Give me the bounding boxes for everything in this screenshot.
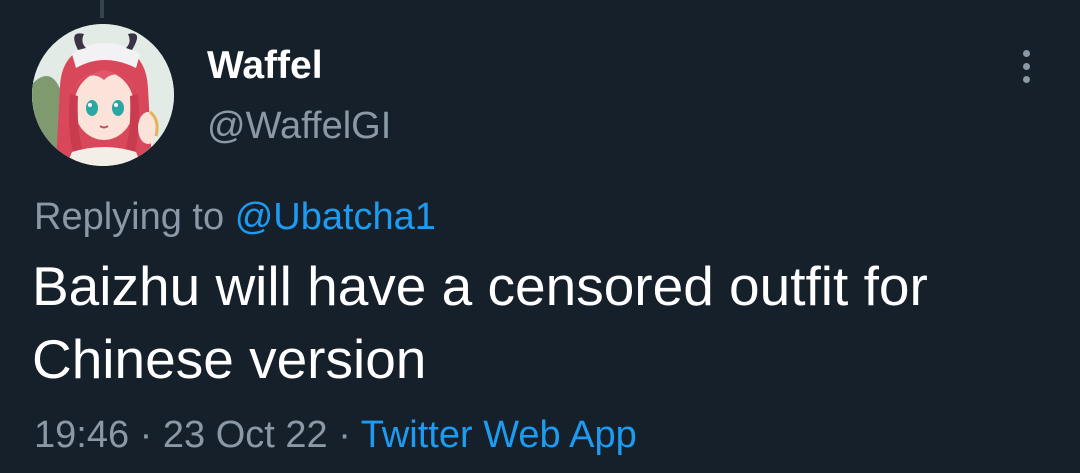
avatar[interactable] (32, 24, 174, 166)
author-display-name[interactable]: Waffel (207, 44, 323, 88)
tweet-date[interactable]: 23 Oct 22 (163, 414, 328, 456)
more-options-dot (1022, 75, 1030, 83)
more-options-dot (1022, 49, 1030, 57)
reply-mention-link[interactable]: @Ubatcha1 (235, 196, 436, 238)
replying-to-label: Replying to (34, 196, 225, 238)
meta-separator: · (327, 414, 361, 456)
replying-to-line: Replying to @Ubatcha1 (34, 196, 436, 239)
more-options-icon[interactable] (1006, 44, 1046, 88)
tweet-card: Waffel @WaffelGI Replying to @Ubatcha1 B… (0, 0, 1080, 473)
tweet-source-link[interactable]: Twitter Web App (361, 414, 637, 456)
tweet-meta: 19:46 · 23 Oct 22 · Twitter Web App (34, 414, 637, 457)
thread-connector-line (100, 0, 104, 18)
meta-separator: · (129, 414, 163, 456)
more-options-dot (1022, 62, 1030, 70)
author-handle[interactable]: @WaffelGI (207, 105, 391, 148)
tweet-time[interactable]: 19:46 (34, 414, 129, 456)
avatar-image (32, 24, 174, 166)
tweet-text: Baizhu will have a censored outfit for C… (32, 255, 928, 390)
